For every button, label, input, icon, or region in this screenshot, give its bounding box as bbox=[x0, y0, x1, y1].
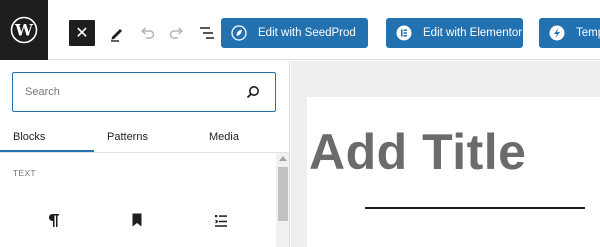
paragraph-block-button[interactable] bbox=[44, 211, 64, 229]
edit-pencil-button[interactable] bbox=[106, 22, 128, 44]
svg-text:W: W bbox=[14, 21, 34, 40]
pencil-icon bbox=[111, 29, 122, 42]
block-inserter-panel: Blocks Patterns Media TEXT bbox=[0, 61, 290, 247]
tab-blocks-label: Blocks bbox=[13, 130, 46, 143]
tab-patterns[interactable]: Patterns bbox=[107, 121, 148, 152]
seedprod-leaf-icon bbox=[231, 25, 247, 41]
undo-icon bbox=[140, 27, 155, 39]
block-search-input[interactable] bbox=[14, 74, 234, 109]
list-block-button[interactable] bbox=[211, 211, 231, 229]
elementor-icon bbox=[396, 25, 412, 41]
redo-icon bbox=[169, 27, 184, 39]
editor-top-toolbar: W ✕ Edit with SeedProd Edit with Element… bbox=[0, 0, 600, 60]
templates-button[interactable]: Templa bbox=[539, 18, 600, 48]
templates-s-icon bbox=[549, 25, 565, 41]
wordpress-logo-button[interactable]: W bbox=[0, 0, 48, 60]
block-search-box bbox=[12, 72, 276, 112]
heading-block-button[interactable] bbox=[127, 211, 147, 229]
list-icon bbox=[215, 215, 227, 227]
heading-bookmark-icon bbox=[132, 213, 142, 227]
edit-with-seedprod-button[interactable]: Edit with SeedProd bbox=[221, 18, 368, 48]
inserter-scrollbar[interactable] bbox=[276, 153, 289, 247]
list-view-icon bbox=[200, 27, 214, 39]
tab-media-label: Media bbox=[209, 130, 239, 143]
tab-media[interactable]: Media bbox=[209, 121, 239, 152]
close-inserter-button[interactable]: ✕ bbox=[69, 20, 95, 46]
active-tab-indicator bbox=[0, 150, 94, 152]
edit-with-elementor-label: Edit with Elementor bbox=[423, 27, 523, 39]
scroll-thumb[interactable] bbox=[278, 167, 288, 221]
title-focus-underline bbox=[365, 207, 585, 209]
undo-button[interactable] bbox=[136, 22, 158, 44]
close-icon: ✕ bbox=[75, 25, 89, 42]
tab-blocks[interactable]: Blocks bbox=[13, 121, 45, 152]
inserter-tabs: Blocks Patterns Media bbox=[0, 121, 289, 153]
document-overview-button[interactable] bbox=[196, 22, 218, 44]
search-icon[interactable] bbox=[245, 84, 261, 100]
edit-with-seedprod-label: Edit with SeedProd bbox=[258, 27, 356, 39]
templates-label: Templa bbox=[576, 27, 600, 39]
tab-patterns-label: Patterns bbox=[107, 130, 148, 143]
scroll-up-arrow-icon[interactable] bbox=[279, 156, 287, 161]
editor-canvas: Add Title bbox=[291, 61, 600, 247]
wordpress-icon: W bbox=[10, 16, 38, 44]
section-title-text: TEXT bbox=[13, 168, 36, 178]
edit-with-elementor-button[interactable]: Edit with Elementor bbox=[386, 18, 523, 48]
redo-button[interactable] bbox=[166, 22, 188, 44]
paragraph-icon bbox=[49, 214, 59, 227]
post-title-input[interactable]: Add Title bbox=[309, 123, 526, 181]
